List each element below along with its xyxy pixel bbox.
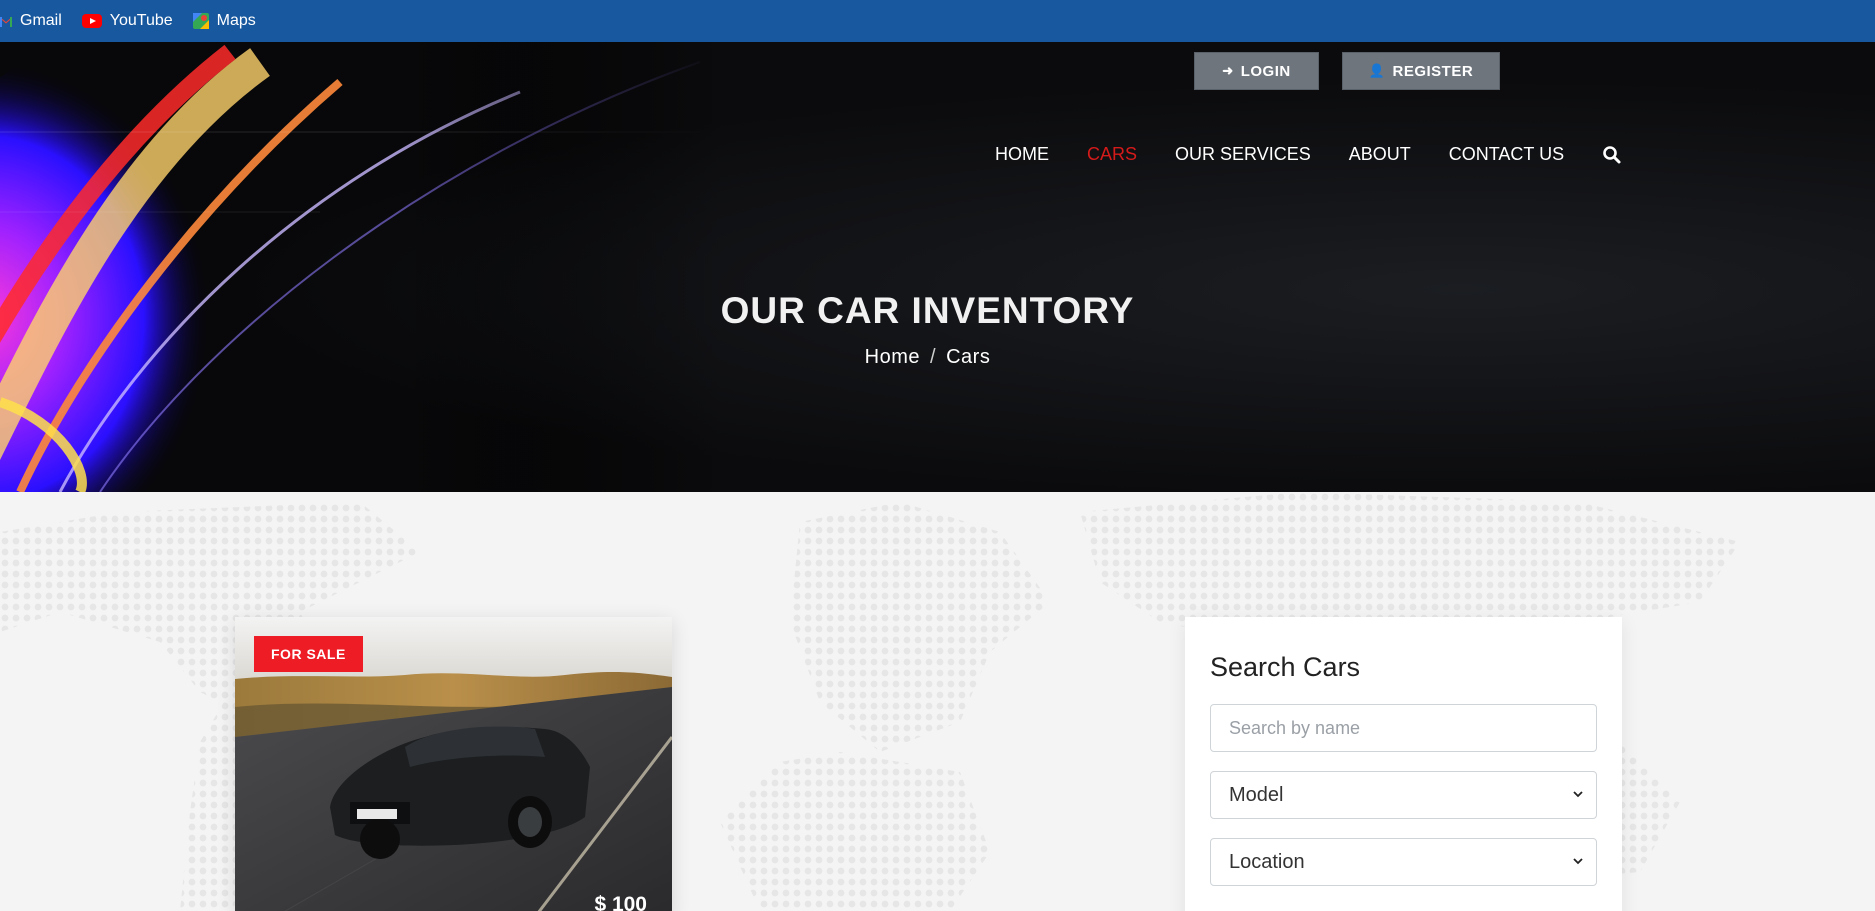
search-panel-title: Search Cars [1210, 652, 1361, 682]
hero-banner: ➜ LOGIN 👤 REGISTER HOME CARS OUR SERVICE… [0, 42, 1875, 492]
main-nav: HOME CARS OUR SERVICES ABOUT CONTACT US [995, 144, 1622, 165]
nav-our-services[interactable]: OUR SERVICES [1175, 144, 1311, 165]
login-label: LOGIN [1240, 62, 1291, 80]
bookmark-label: Gmail [20, 12, 62, 29]
nav-cars[interactable]: CARS [1087, 144, 1137, 165]
bookmark-youtube[interactable]: YouTube [81, 12, 173, 30]
nav-contact-us[interactable]: CONTACT US [1449, 144, 1564, 165]
car-listing-card[interactable]: FOR SALE $ 100 [235, 617, 672, 911]
login-button[interactable]: ➜ LOGIN [1194, 52, 1319, 90]
model-select[interactable]: Model [1210, 771, 1597, 819]
search-cars-panel: Search Cars Model Location [1185, 617, 1622, 911]
bookmark-gmail[interactable]: Gmail [0, 12, 62, 30]
user-plus-icon: 👤 [1368, 63, 1386, 78]
nav-home[interactable]: HOME [995, 144, 1049, 165]
search-icon[interactable] [1602, 145, 1622, 165]
breadcrumb: Home / Cars [0, 346, 1855, 369]
bookmark-label: Maps [216, 12, 256, 29]
bookmark-maps[interactable]: Maps [192, 12, 256, 30]
model-select-value: Model [1229, 783, 1284, 806]
page-title: OUR CAR INVENTORY [720, 290, 1135, 331]
register-label: REGISTER [1392, 62, 1474, 80]
bookmark-label: YouTube [109, 12, 173, 29]
breadcrumb-separator: / [930, 346, 937, 368]
breadcrumb-current: Cars [946, 346, 991, 368]
search-input[interactable] [1229, 717, 1578, 739]
chevron-down-icon [1573, 858, 1583, 865]
for-sale-badge: FOR SALE [254, 636, 363, 672]
nav-about[interactable]: ABOUT [1349, 144, 1411, 165]
sign-in-icon: ➜ [1222, 63, 1234, 78]
youtube-icon [81, 14, 102, 28]
register-button[interactable]: 👤 REGISTER [1342, 52, 1500, 90]
search-name-field[interactable] [1210, 704, 1597, 752]
content-area: FOR SALE $ 100 Search Cars Model Locatio… [0, 492, 1875, 911]
car-price: $ 100 [594, 893, 647, 911]
maps-icon [192, 13, 209, 29]
gmail-icon [0, 17, 12, 27]
bookmarks-bar: Gmail YouTube Maps [0, 0, 1875, 42]
breadcrumb-home[interactable]: Home [865, 346, 920, 368]
chevron-down-icon [1573, 791, 1583, 798]
location-select[interactable]: Location [1210, 838, 1597, 886]
location-select-value: Location [1229, 850, 1305, 873]
